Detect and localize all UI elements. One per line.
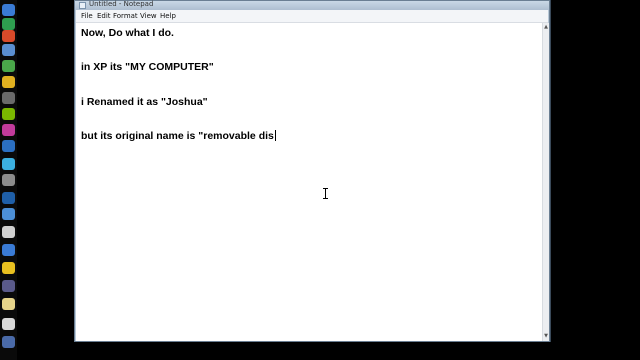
launcher-app-7-icon[interactable] [2, 92, 15, 104]
launcher-app-19-icon[interactable] [2, 298, 15, 310]
launcher-app-9-icon[interactable] [2, 124, 15, 136]
ibeam-cursor-icon [323, 188, 328, 199]
scroll-down-icon[interactable]: ▼ [543, 333, 549, 339]
launcher-app-8-icon[interactable] [2, 108, 15, 120]
quick-launch-bar [0, 0, 17, 360]
launcher-app-3-icon[interactable] [2, 30, 15, 42]
launcher-app-14-icon[interactable] [2, 208, 15, 220]
window-edge [550, 0, 551, 342]
document-line-2: in XP its "MY COMPUTER" [81, 61, 214, 73]
launcher-app-6-icon[interactable] [2, 76, 15, 88]
launcher-app-20-icon[interactable] [2, 318, 15, 330]
document-line-3: i Renamed it as "Joshua" [81, 96, 208, 108]
launcher-app-16-icon[interactable] [2, 244, 15, 256]
launcher-app-10-icon[interactable] [2, 140, 15, 152]
launcher-app-17-icon[interactable] [2, 262, 15, 274]
notepad-app-icon[interactable] [79, 2, 86, 9]
launcher-app-1-icon[interactable] [2, 4, 15, 16]
menu-file[interactable]: File [81, 12, 93, 20]
launcher-app-15-icon[interactable] [2, 226, 15, 238]
text-editor[interactable]: Now, Do what I do. in XP its "MY COMPUTE… [76, 23, 542, 341]
menu-edit[interactable]: Edit [97, 12, 111, 20]
menu-view[interactable]: View [140, 12, 157, 20]
menu-format[interactable]: Format [113, 12, 138, 20]
menu-help[interactable]: Help [160, 12, 176, 20]
menu-bar: File Edit Format View Help [76, 10, 548, 23]
title-bar[interactable]: Untitled - Notepad [75, 0, 549, 10]
launcher-app-12-icon[interactable] [2, 174, 15, 186]
launcher-app-11-icon[interactable] [2, 158, 15, 170]
scroll-up-icon[interactable]: ▲ [543, 24, 549, 30]
notepad-window: Untitled - Notepad File Edit Format View… [74, 0, 550, 342]
text-caret [274, 130, 276, 141]
launcher-app-2-icon[interactable] [2, 18, 15, 30]
launcher-app-13-icon[interactable] [2, 192, 15, 204]
vertical-scrollbar[interactable]: ▲ ▼ [542, 23, 549, 341]
launcher-app-5-icon[interactable] [2, 60, 15, 72]
launcher-app-4-icon[interactable] [2, 44, 15, 56]
document-line-4: but its original name is "removable dis [81, 130, 276, 142]
launcher-app-18-icon[interactable] [2, 280, 15, 292]
document-line-1: Now, Do what I do. [81, 27, 174, 39]
desktop: Untitled - Notepad File Edit Format View… [0, 0, 640, 360]
window-title: Untitled - Notepad [89, 0, 154, 8]
launcher-app-21-icon[interactable] [2, 336, 15, 348]
